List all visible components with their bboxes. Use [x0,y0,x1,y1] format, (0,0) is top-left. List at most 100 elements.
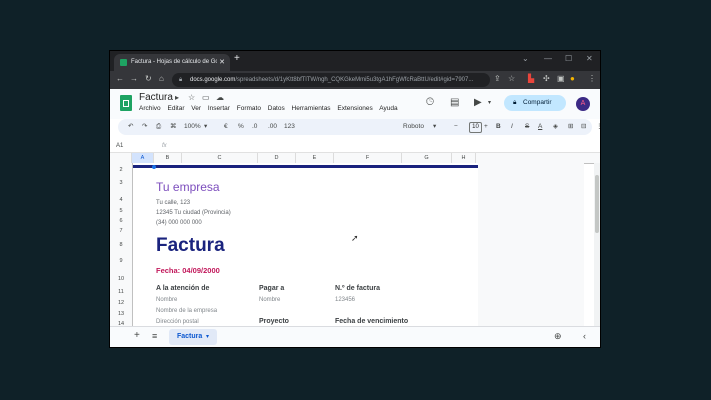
side-panel-collapse-icon[interactable]: ‹ [583,331,586,341]
row-header[interactable]: 3 [110,180,132,186]
back-icon[interactable]: ← [116,74,124,83]
comments-icon[interactable]: ▤ [450,97,459,108]
star-icon[interactable]: ☆ [188,93,195,102]
column-header-e[interactable]: E [296,153,334,163]
browser-tab[interactable]: Factura - Hojas de cálculo de Go ✕ [114,54,230,71]
chevron-down-icon[interactable]: ▾ [206,329,209,345]
avatar[interactable]: A [576,97,590,111]
close-tab-icon[interactable]: ✕ [219,54,225,71]
font-size-input[interactable]: 10 [469,122,482,133]
meet-icon[interactable]: ▶ [474,97,482,108]
due-date-label[interactable]: Fecha de vencimiento [335,318,408,325]
minimize-icon[interactable]: — [544,54,552,63]
column-header-a[interactable]: A [132,153,154,163]
column-header-h[interactable]: H [452,153,476,163]
invoice-number[interactable]: 123456 [335,297,355,303]
undo-icon[interactable]: ↶ [128,119,133,135]
row-header[interactable]: 6 [110,218,132,224]
menu-archivo[interactable]: Archivo [139,105,161,112]
menu-herramientas[interactable]: Herramientas [292,105,331,112]
menu-datos[interactable]: Datos [268,105,285,112]
attention-name[interactable]: Nombre [156,297,177,303]
invoice-number-label[interactable]: N.º de factura [335,285,380,292]
attention-label[interactable]: A la atención de [156,285,209,292]
column-header-f[interactable]: F [334,153,402,163]
column-header-d[interactable]: D [258,153,296,163]
strikethrough-icon[interactable]: S [525,119,529,135]
row-header[interactable]: 8 [110,242,132,248]
browser-menu-icon[interactable]: ⋮ [588,74,596,83]
address-bar[interactable]: 🔒︎ docs.google.com/spreadsheets/d/1yKtt8… [172,73,490,87]
company-phone[interactable]: (34) 000 000 000 [156,220,202,226]
decrease-font-icon[interactable]: − [454,119,458,135]
increase-font-icon[interactable]: + [484,119,488,135]
share-button[interactable]: 🔒︎ Compartir [504,95,566,111]
name-box[interactable]: A1 [116,140,123,152]
column-header-b[interactable]: B [154,153,182,163]
profile-icon[interactable]: ● [570,74,575,83]
italic-button[interactable]: I [511,119,513,135]
column-header-c[interactable]: C [182,153,258,163]
puzzle-extensions-icon[interactable]: ✣ [543,74,550,83]
text-color-icon[interactable]: A [538,119,542,135]
add-sheet-icon[interactable]: + [134,330,140,341]
share-page-icon[interactable]: ⇪ [494,74,501,83]
payto-name[interactable]: Nombre [259,297,280,303]
reload-icon[interactable]: ↻ [145,74,152,83]
extension-icon[interactable]: ▙ [528,74,534,83]
project-label[interactable]: Proyecto [259,318,289,325]
close-window-icon[interactable]: ✕ [586,54,593,63]
folder-icon[interactable]: ▭ [202,93,210,102]
menu-editar[interactable]: Editar [168,105,185,112]
forward-icon[interactable]: → [130,74,138,83]
selection-handle[interactable] [152,165,156,169]
row-header[interactable]: 13 [110,311,132,317]
menu-formato[interactable]: Formato [237,105,261,112]
font-select[interactable]: Roboto [403,119,424,135]
meet-dropdown-icon[interactable]: ▾ [488,99,491,106]
vertical-scrollbar[interactable] [594,163,600,326]
redo-icon[interactable]: ↷ [142,119,147,135]
company-city[interactable]: 12345 Tu ciudad (Provincia) [156,210,231,216]
menu-insertar[interactable]: Insertar [208,105,230,112]
chevron-down-icon[interactable]: ⌄ [522,54,529,63]
row-header[interactable]: 12 [110,300,132,306]
all-sheets-icon[interactable]: ≡ [152,331,157,341]
select-all-corner[interactable] [110,153,132,163]
chevron-down-icon[interactable]: ▾ [204,119,207,135]
document-title[interactable]: Factura [139,92,173,103]
percent-format-button[interactable]: % [238,119,244,135]
row-header[interactable]: 5 [110,208,132,214]
sheets-logo-icon[interactable] [120,95,132,111]
bold-button[interactable]: B [496,119,501,135]
row-header[interactable]: 4 [110,197,132,203]
paint-format-icon[interactable]: ⌘ [170,119,177,135]
merge-cells-icon[interactable]: ⊟ [581,119,586,135]
currency-format-button[interactable]: € [224,119,228,135]
sheet-tab-factura[interactable]: Factura ▾ [169,329,217,345]
side-panel-icon[interactable]: ▣ [557,74,565,83]
scrollbar-thumb[interactable] [595,175,599,233]
home-icon[interactable]: ⌂ [159,74,164,83]
print-icon[interactable]: ⎙ [156,119,161,135]
menu-ayuda[interactable]: Ayuda [379,105,397,112]
row-header[interactable]: 10 [110,276,132,282]
attention-address[interactable]: Dirección postal [156,319,199,325]
history-icon[interactable]: 🕒︎ [426,97,434,108]
row-header[interactable]: 7 [110,228,132,234]
increase-decimal-button[interactable]: .00 [268,119,277,135]
new-tab-icon[interactable]: + [234,53,240,64]
invoice-heading[interactable]: Factura [156,235,225,257]
row-header[interactable]: 9 [110,258,132,264]
row-header[interactable]: 11 [110,289,132,295]
explore-icon[interactable]: ⊕ [554,331,562,342]
zoom-select[interactable]: 100% [184,119,201,135]
attention-company[interactable]: Nombre de la empresa [156,308,217,314]
menu-ver[interactable]: Ver [191,105,201,112]
fill-color-icon[interactable]: ◈ [553,119,558,135]
borders-icon[interactable]: ⊞ [568,119,573,135]
sheet-grid[interactable]: Tu empresa Tu calle, 123 12345 Tu ciudad… [133,163,478,326]
company-street[interactable]: Tu calle, 123 [156,200,190,206]
maximize-icon[interactable]: ☐ [565,54,572,63]
more-formats-button[interactable]: 123 [284,119,295,135]
